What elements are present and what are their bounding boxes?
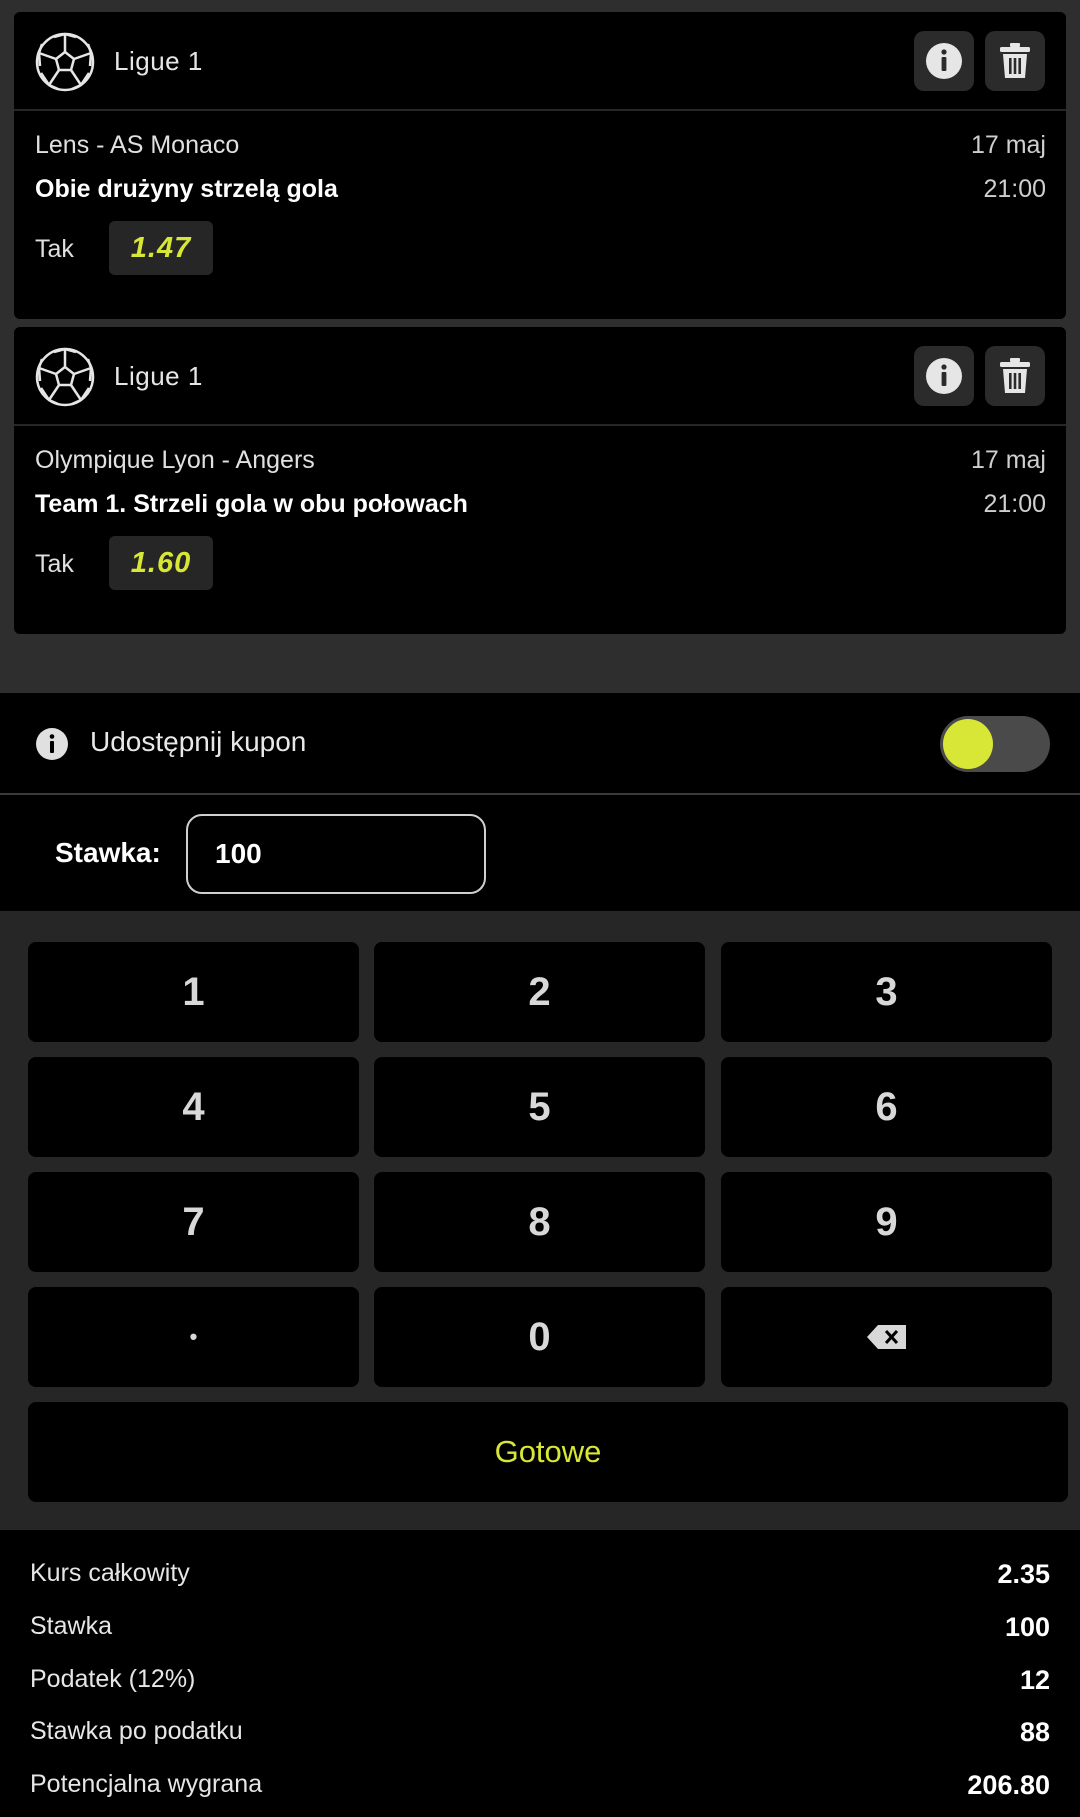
info-icon — [926, 358, 962, 394]
bet-info-button[interactable] — [914, 31, 974, 91]
bet-info-button[interactable] — [914, 346, 974, 406]
key-decimal[interactable]: • — [28, 1287, 359, 1387]
key-backspace[interactable] — [721, 1287, 1052, 1387]
match-name: Lens - AS Monaco — [35, 131, 240, 159]
key-6[interactable]: 6 — [721, 1057, 1052, 1157]
bet-delete-button[interactable] — [985, 346, 1045, 406]
key-0[interactable]: 0 — [374, 1287, 705, 1387]
summary-label: Potencjalna wygrana — [30, 1770, 263, 1798]
betslip-summary: Kurs całkowity 2.35 Stawka 100 Podatek (… — [0, 1530, 1080, 1817]
stake-row: Stawka: — [0, 795, 1080, 911]
share-coupon-toggle[interactable] — [940, 716, 1050, 772]
key-4[interactable]: 4 — [28, 1057, 359, 1157]
summary-row: Potencjalna wygrana 206.80 — [30, 1770, 1050, 1810]
pick-label: Tak — [35, 550, 74, 578]
summary-label: Stawka — [30, 1612, 112, 1640]
bet-card-header: Ligue 1 — [14, 327, 1066, 426]
key-3[interactable]: 3 — [721, 942, 1052, 1042]
match-time: 21:00 — [983, 175, 1046, 203]
match-date: 17 maj — [970, 131, 1046, 159]
key-7[interactable]: 7 — [28, 1172, 359, 1272]
trash-icon — [1000, 43, 1030, 78]
league-name: Ligue 1 — [114, 46, 203, 76]
bet-card: Ligue 1 — [14, 327, 1066, 634]
numeric-keypad: 1 2 3 4 5 6 7 8 9 • 0 Gotowe — [0, 911, 1080, 1530]
summary-value: 2.35 — [997, 1559, 1050, 1589]
bet-list: Ligue 1 Lens - AS Monaco Obie drużyny st… — [0, 0, 1080, 693]
toggle-knob — [943, 719, 993, 769]
stake-label: Stawka: — [55, 837, 161, 868]
pick-label: Tak — [35, 235, 74, 263]
soccer-ball-icon — [35, 32, 95, 92]
betslip-page: Ligue 1 Lens - AS Monaco Obie drużyny st… — [0, 0, 1080, 1817]
key-2[interactable]: 2 — [374, 942, 705, 1042]
summary-row: Kurs całkowity 2.35 — [30, 1559, 1050, 1599]
summary-label: Kurs całkowity — [30, 1559, 190, 1587]
stake-input[interactable] — [186, 814, 486, 894]
summary-value: 12 — [1019, 1665, 1050, 1695]
match-date: 17 maj — [970, 446, 1046, 474]
match-time: 21:00 — [983, 490, 1046, 518]
summary-label: Podatek (12%) — [30, 1665, 196, 1693]
trash-icon — [1000, 358, 1030, 393]
market-name: Obie drużyny strzelą gola — [35, 175, 338, 203]
key-9[interactable]: 9 — [721, 1172, 1052, 1272]
key-1[interactable]: 1 — [28, 942, 359, 1042]
share-coupon-label: Udostępnij kupon — [90, 726, 307, 757]
summary-row: Podatek (12%) 12 — [30, 1665, 1050, 1705]
summary-value: 206.80 — [967, 1770, 1050, 1800]
summary-row: Stawka 100 — [30, 1612, 1050, 1652]
key-5[interactable]: 5 — [374, 1057, 705, 1157]
bet-card-body: Lens - AS Monaco Obie drużyny strzelą go… — [14, 111, 1066, 319]
key-8[interactable]: 8 — [374, 1172, 705, 1272]
bet-delete-button[interactable] — [985, 31, 1045, 91]
backspace-icon — [866, 1325, 906, 1349]
summary-value: 100 — [1004, 1612, 1050, 1642]
match-name: Olympique Lyon - Angers — [35, 446, 315, 474]
summary-row: Stawka po podatku 88 — [30, 1717, 1050, 1757]
share-coupon-row: Udostępnij kupon — [0, 693, 1080, 793]
info-icon — [36, 728, 68, 760]
bet-card-body: Olympique Lyon - Angers Team 1. Strzeli … — [14, 426, 1066, 634]
bet-card: Ligue 1 — [14, 12, 1066, 319]
summary-label: Stawka po podatku — [30, 1717, 243, 1745]
league-name: Ligue 1 — [114, 361, 203, 391]
soccer-ball-icon — [35, 347, 95, 407]
summary-value: 88 — [1019, 1717, 1050, 1747]
market-name: Team 1. Strzeli gola w obu połowach — [35, 490, 468, 518]
info-icon — [926, 43, 962, 79]
done-button[interactable]: Gotowe — [28, 1402, 1068, 1502]
odd-value[interactable]: 1.60 — [109, 536, 213, 590]
odd-value[interactable]: 1.47 — [109, 221, 213, 275]
bet-card-header: Ligue 1 — [14, 12, 1066, 111]
